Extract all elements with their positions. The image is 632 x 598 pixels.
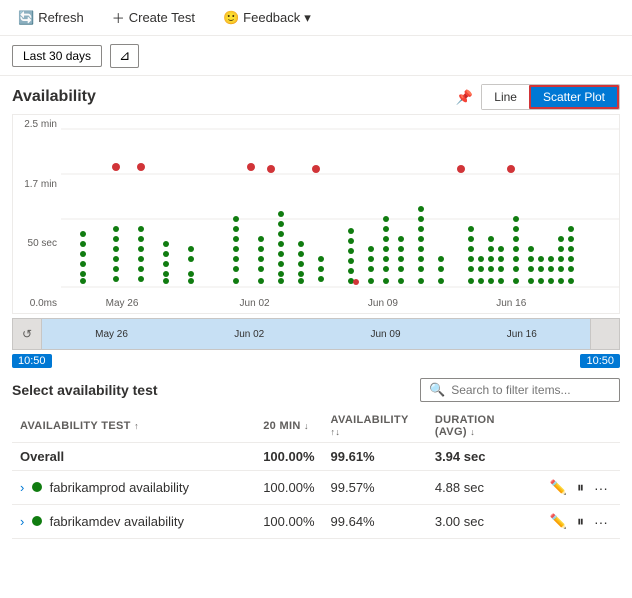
overall-name: Overall [12,443,255,471]
availability-header: Availability 📌 Line Scatter Plot [12,76,620,114]
row2-name-text: fabrikamdev availability [50,514,184,529]
scrubber-label-jun16: Jun 16 [507,329,537,340]
x-axis-labels: May 26 Jun 02 Jun 09 Jun 16 [61,293,619,313]
pin-icon[interactable]: 📌 [456,89,473,106]
scrubber-label-jun02: Jun 02 [234,329,264,340]
x-label-jun02: Jun 02 [240,298,270,309]
feedback-button[interactable]: 🙂 Feedback ▾ [217,6,317,30]
time-badge-start: 10:50 [12,354,52,368]
y-label-3: 50 sec [13,238,57,249]
col-header-actions [538,410,620,443]
refresh-button[interactable]: 🔄 Refresh [12,6,90,30]
col-header-test[interactable]: AVAILABILITY TEST ↑ [12,410,255,443]
feedback-label: Feedback [243,10,300,25]
more-button-row2[interactable]: ··· [590,512,612,532]
pause-button-row2[interactable]: ⏸ [573,511,588,532]
row1-name-text: fabrikamprod availability [50,480,189,495]
table-row-overall: Overall 100.00% 99.61% 3.94 sec [12,443,620,471]
create-test-button[interactable]: ＋ Create Test [106,4,201,31]
table-row: › fabrikamdev availability 100.00% 99.64… [12,505,620,539]
more-button-row1[interactable]: ··· [590,478,612,498]
row1-duration: 4.88 sec [427,471,538,505]
scrubber-labels: May 26 Jun 02 Jun 09 Jun 16 [42,319,590,349]
scrubber-right-handle[interactable] [590,318,620,350]
scrubber-left-handle[interactable]: ↺ [12,318,42,350]
col-header-duration[interactable]: DURATION (AVG) ↓ [427,410,538,443]
scrubber-label-jun09: Jun 09 [370,329,400,340]
expand-button-row2[interactable]: › [20,514,24,529]
scatter-plot-button[interactable]: Scatter Plot [529,85,619,109]
availability-title: Availability [12,88,96,106]
sort-arrow-test: ↑ [134,421,139,431]
row1-action-buttons: ✏️ ⏸ ··· [546,477,612,498]
y-label-bottom: 0.0ms [13,298,57,309]
y-label-top: 2.5 min [13,119,57,130]
edit-button-row2[interactable]: ✏️ [546,511,571,532]
sort-arrow-avail: ↑↓ [331,427,341,437]
time-badges: 10:50 10:50 [12,352,620,370]
row2-availability: 99.64% [323,505,427,539]
col-header-20min[interactable]: 20 MIN ↓ [255,410,322,443]
chevron-down-icon: ▾ [304,10,311,26]
scrubber-left-icon: ↺ [22,327,32,341]
sort-arrow-duration: ↓ [470,427,475,437]
row2-20min: 100.00% [255,505,322,539]
section-controls: 📌 Line Scatter Plot [456,84,620,110]
col-header-availability[interactable]: AVAILABILITY ↑↓ [323,410,427,443]
scatter-plot-svg [61,119,619,293]
scrubber-container: ↺ May 26 Jun 02 Jun 09 Jun 16 [12,318,620,350]
row2-duration: 3.00 sec [427,505,538,539]
feedback-icon: 🙂 [223,10,239,26]
select-title: Select availability test [12,382,158,398]
edit-button-row1[interactable]: ✏️ [546,477,571,498]
select-availability-section: Select availability test 🔍 AVAILABILITY … [12,370,620,539]
availability-chart: 2.5 min 1.7 min 50 sec 0.0ms [12,114,620,314]
table-row: › fabrikamprod availability 100.00% 99.5… [12,471,620,505]
pause-button-row1[interactable]: ⏸ [573,477,588,498]
main-content: Availability 📌 Line Scatter Plot 2.5 min… [0,76,632,547]
row1-availability: 99.57% [323,471,427,505]
select-header: Select availability test 🔍 [12,378,620,402]
plus-icon: ＋ [112,8,125,27]
x-label-may26: May 26 [106,298,139,309]
overall-availability: 99.61% [323,443,427,471]
refresh-icon: 🔄 [18,10,34,26]
y-label-2: 1.7 min [13,179,57,190]
expand-button-row1[interactable]: › [20,480,24,495]
row2-action-buttons: ✏️ ⏸ ··· [546,511,612,532]
x-label-jun16: Jun 16 [496,298,526,309]
search-input[interactable] [451,383,611,397]
x-label-jun09: Jun 09 [368,298,398,309]
y-axis-labels: 2.5 min 1.7 min 50 sec 0.0ms [13,115,61,313]
toolbar: 🔄 Refresh ＋ Create Test 🙂 Feedback ▾ [0,0,632,36]
line-view-button[interactable]: Line [482,85,529,109]
overall-20min: 100.00% [255,443,322,471]
status-dot-row2 [32,516,42,526]
filter-button[interactable]: ⊿ [110,44,139,68]
scrubber-track[interactable]: May 26 Jun 02 Jun 09 Jun 16 [42,318,590,350]
search-icon: 🔍 [429,382,445,398]
scrubber-label-may26: May 26 [95,329,128,340]
time-badge-end: 10:50 [580,354,620,368]
row2-actions: ✏️ ⏸ ··· [538,505,620,539]
availability-table: AVAILABILITY TEST ↑ 20 MIN ↓ AVAILABILIT… [12,410,620,539]
date-range-filter[interactable]: Last 30 days [12,45,102,67]
status-dot-row1 [32,482,42,492]
date-range-label: Last 30 days [23,49,91,63]
refresh-label: Refresh [38,10,84,25]
table-header-row: AVAILABILITY TEST ↑ 20 MIN ↓ AVAILABILIT… [12,410,620,443]
row1-name: › fabrikamprod availability [12,471,255,505]
filterbar: Last 30 days ⊿ [0,36,632,76]
filter-icon: ⊿ [119,48,130,63]
create-test-label: Create Test [129,10,195,25]
overall-duration: 3.94 sec [427,443,538,471]
overall-actions [538,443,620,471]
row1-20min: 100.00% [255,471,322,505]
row1-actions: ✏️ ⏸ ··· [538,471,620,505]
view-toggle: Line Scatter Plot [481,84,620,110]
row2-name: › fabrikamdev availability [12,505,255,539]
search-box[interactable]: 🔍 [420,378,620,402]
sort-arrow-20min: ↓ [304,421,309,431]
